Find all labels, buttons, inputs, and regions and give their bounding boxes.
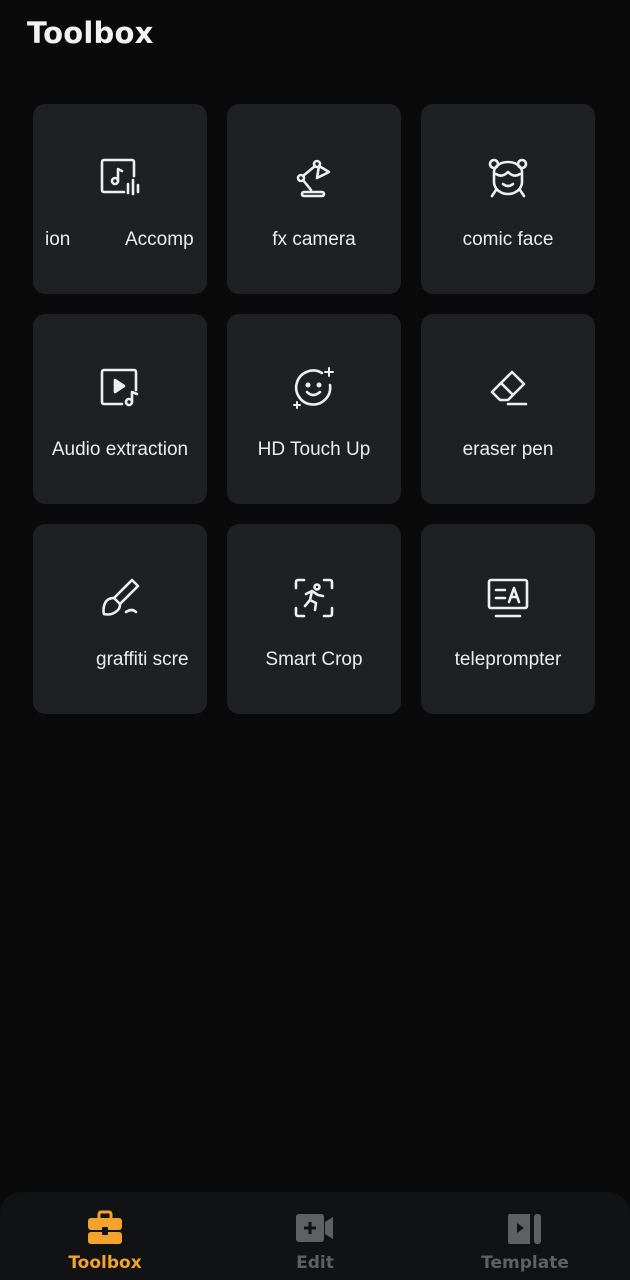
tool-grid: ion Accomp fx camera comic face Audio ex… [33,104,595,714]
tool-label: Audio extraction [51,439,189,460]
nav-tab-edit[interactable]: Edit [210,1192,420,1280]
tool-teleprompter[interactable]: teleprompter [421,524,595,714]
nav-label: Edit [296,1253,334,1273]
music-video-icon [100,158,140,196]
tool-label: graffiti scre [96,649,189,670]
tool-label: eraser pen [462,439,554,460]
template-icon [508,1214,541,1244]
tool-label-fragment: ion [45,229,71,250]
nav-tab-template[interactable]: Template [420,1192,630,1280]
video-music-icon [100,368,139,407]
comic-face-icon [488,158,528,198]
brush-icon [102,578,140,616]
nav-label: Template [481,1253,569,1273]
nav-tab-toolbox[interactable]: Toolbox [0,1192,210,1280]
desk-lamp-icon [296,159,331,198]
toolbox-icon [88,1210,122,1244]
tool-label-fragment: Accomp [125,229,194,250]
tool-hd-touch-up[interactable]: HD Touch Up [227,314,401,504]
tool-label: fx camera [272,229,356,250]
tool-label: HD Touch Up [257,439,371,460]
tool-label: teleprompter [454,649,562,670]
tool-label: Smart Crop [265,649,363,670]
tool-accompaniment[interactable]: ion Accomp [33,104,207,294]
nav-label: Toolbox [68,1253,142,1273]
tool-label: comic face [462,229,554,250]
tool-comic-face[interactable]: comic face [421,104,595,294]
tool-fx-camera[interactable]: fx camera [227,104,401,294]
tool-graffiti[interactable]: graffiti scre [33,524,207,714]
person-crop-icon [294,578,334,618]
bottom-navigation: Toolbox Edit Template [0,1192,630,1280]
tool-audio-extraction[interactable]: Audio extraction [33,314,207,504]
eraser-icon [490,370,528,406]
video-add-icon [296,1214,333,1242]
face-sparkle-icon [293,367,334,409]
page-title: Toolbox [27,16,154,50]
tool-smart-crop[interactable]: Smart Crop [227,524,401,714]
teleprompter-icon [487,578,529,618]
tool-eraser-pen[interactable]: eraser pen [421,314,595,504]
